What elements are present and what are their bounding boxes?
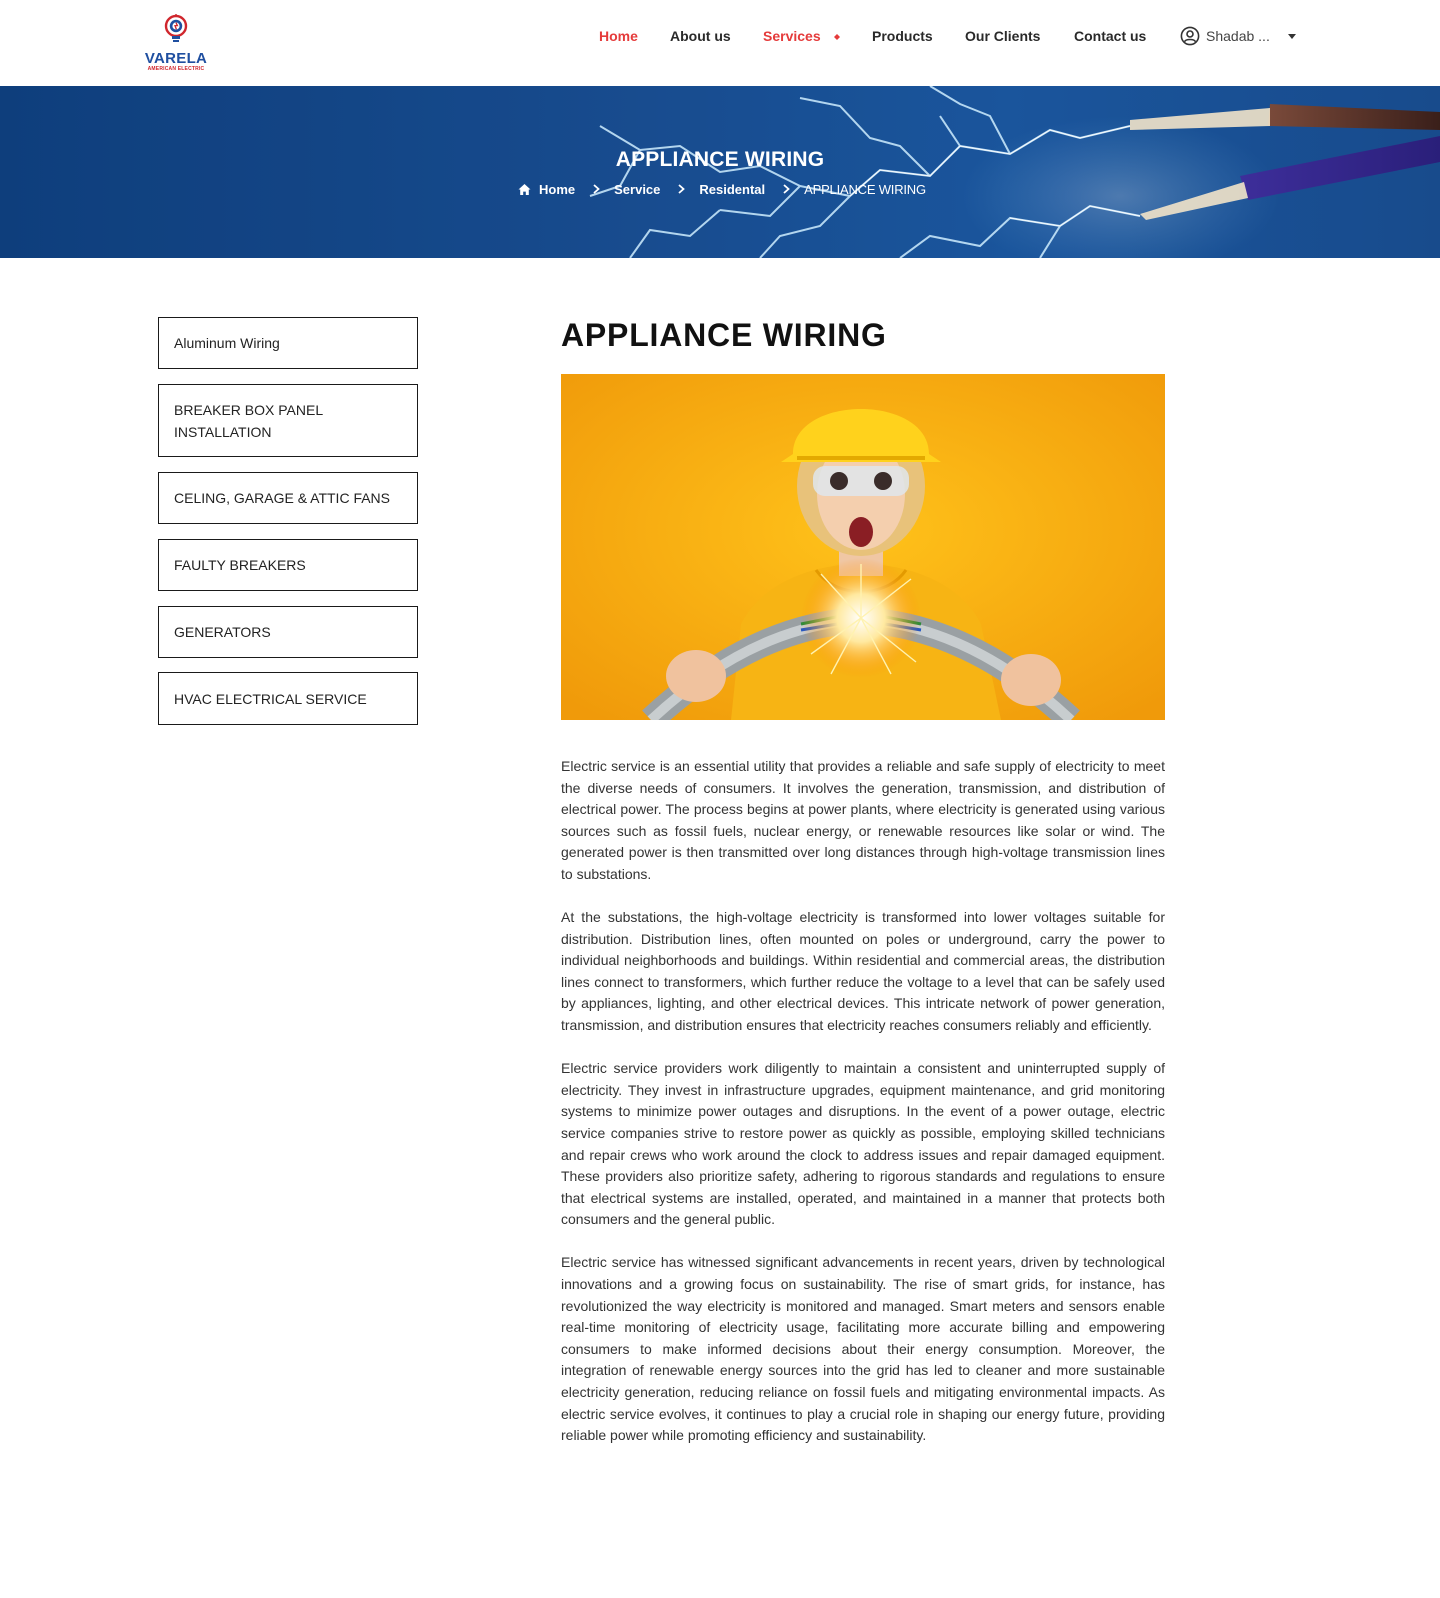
chevron-right-icon	[783, 184, 790, 194]
nav-our-clients[interactable]: Our Clients	[965, 24, 1040, 48]
site-header: VARELA AMERICAN ELECTRIC Home About us S…	[0, 0, 1440, 86]
hero-image	[561, 374, 1165, 720]
sidebar-item-faulty-breakers[interactable]: FAULTY BREAKERS	[158, 539, 418, 591]
brand-logo[interactable]: VARELA AMERICAN ELECTRIC	[143, 14, 209, 72]
breadcrumb-current: APPLIANCE WIRING	[804, 181, 926, 197]
paragraph: Electric service is an essential utility…	[561, 758, 1165, 882]
user-menu[interactable]: Shadab ...	[1180, 24, 1296, 48]
paragraph: Electric service has witnessed significa…	[561, 1254, 1165, 1444]
brand-tagline: AMERICAN ELECTRIC	[147, 66, 205, 72]
user-name: Shadab ...	[1206, 28, 1270, 44]
nav-contact-us[interactable]: Contact us	[1074, 24, 1146, 48]
user-circle-icon	[1180, 26, 1200, 46]
lightbulb-logo-icon	[164, 14, 188, 42]
breadcrumb-residental[interactable]: Residental	[699, 182, 765, 197]
sidebar-item-aluminum-wiring[interactable]: Aluminum Wiring	[158, 317, 418, 369]
nav-services-label: Services	[763, 28, 821, 44]
breadcrumb: Home Service Residental APPLIANCE WIRING	[518, 179, 926, 199]
page-title: APPLIANCE WIRING	[561, 317, 887, 353]
nav-about-us[interactable]: About us	[670, 24, 731, 48]
banner-title: APPLIANCE WIRING	[615, 148, 825, 171]
submenu-indicator-icon	[833, 34, 840, 41]
sidebar-item-breaker-box[interactable]: BREAKER BOX PANEL INSTALLATION	[158, 384, 418, 457]
home-icon	[518, 183, 531, 195]
breadcrumb-home[interactable]: Home	[539, 182, 575, 197]
electrician-photo	[561, 374, 1165, 720]
article-body: Electric service is an essential utility…	[561, 756, 1165, 1468]
page-banner: APPLIANCE WIRING Home Service Residental…	[0, 86, 1440, 258]
paragraph: Electric service providers work diligent…	[561, 1060, 1165, 1228]
sidebar-item-hvac[interactable]: HVAC ELECTRICAL SERVICE	[158, 672, 418, 725]
nav-home[interactable]: Home	[599, 24, 638, 48]
chevron-down-icon	[1287, 33, 1296, 39]
brand-name: VARELA	[144, 50, 208, 67]
sidebar-item-generators[interactable]: GENERATORS	[158, 606, 418, 658]
lightning-background-icon	[0, 86, 1440, 258]
sidebar-item-fans[interactable]: CELING, GARAGE & ATTIC FANS	[158, 472, 418, 524]
paragraph: At the substations, the high-voltage ele…	[561, 909, 1165, 1034]
nav-products[interactable]: Products	[872, 24, 933, 48]
chevron-right-icon	[678, 184, 686, 194]
chevron-right-icon	[593, 184, 600, 194]
nav-services[interactable]: Services	[763, 24, 841, 48]
breadcrumb-service[interactable]: Service	[614, 182, 660, 197]
